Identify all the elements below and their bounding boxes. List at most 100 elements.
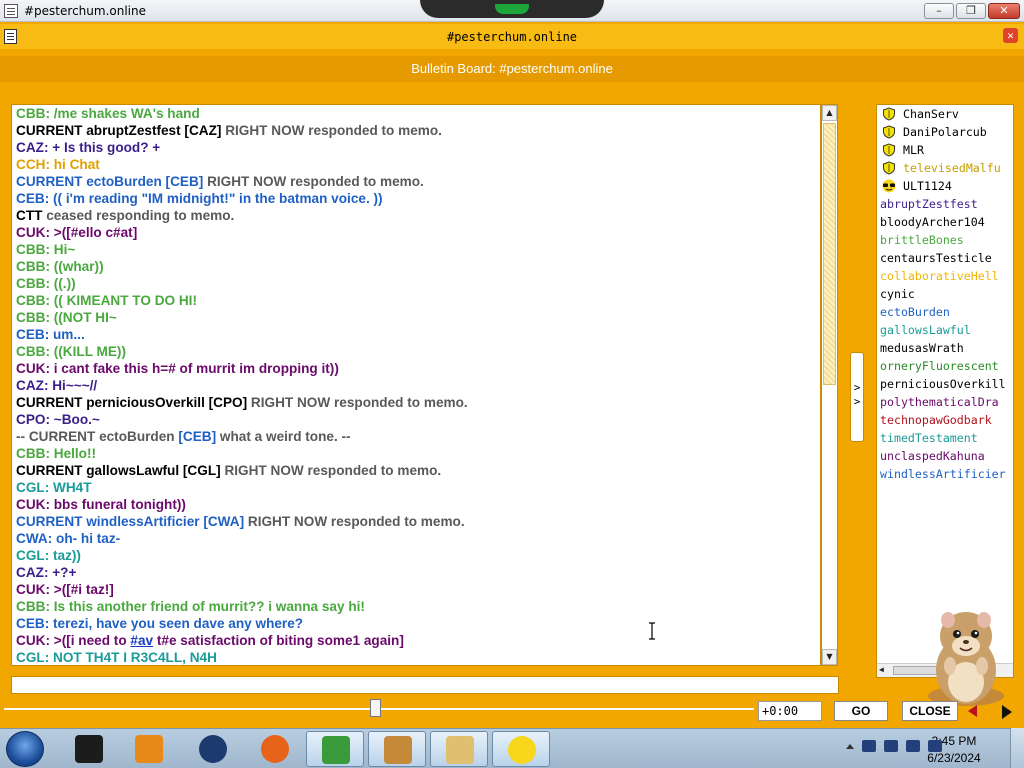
user-list-item[interactable]: medusasWrath [877,339,1013,357]
user-list-item[interactable]: cynic [877,285,1013,303]
time-back-arrow-icon[interactable] [968,705,977,717]
chat-scrollbar[interactable]: ▲ ▼ [821,104,838,666]
chat-line: CUK: >([i need to #av t#e satisfaction o… [16,632,816,649]
user-list-item[interactable]: ULT1124 [877,177,1013,195]
taskbar-item-messenger-icon [322,736,350,764]
chat-line: CBB: (( KIMEANT TO DO HI! [16,293,197,308]
user-list-item[interactable]: collaborativeHell [877,267,1013,285]
shield-icon [882,125,896,139]
camera-notch [420,0,604,18]
bulletin-board-title: Bulletin Board: #pesterchum.online [0,56,1024,82]
user-list-item[interactable]: televisedMalfu [877,159,1013,177]
taskbar-item-box-hamster[interactable] [368,731,426,767]
scroll-up-button[interactable]: ▲ [822,105,837,121]
chat-line: CUK: >([#i taz!] [16,582,114,597]
taskbar-item-folder[interactable] [430,731,488,767]
close-button[interactable]: CLOSE [902,701,958,721]
tray-network-icon[interactable] [884,740,898,752]
taskbar-item-media-player[interactable] [120,731,178,767]
chat-line: CBB: Is this another friend of murrit?? … [16,599,365,614]
chat-line: CBB: Hi~ [16,242,76,257]
user-list-item[interactable]: ChanServ [877,105,1013,123]
chat-line: CAZ: + Is this good? + [16,140,161,155]
chat-link[interactable]: #av [130,633,153,648]
chat-segment: CURRENT windlessArtificier [CWA] [16,514,245,529]
user-list-item[interactable]: abruptZestfest [877,195,1013,213]
tray-flag-icon[interactable] [862,740,876,752]
user-list[interactable]: ChanServ DaniPolarcub MLR televisedMalfu ULT… [876,104,1014,678]
chat-line: CUK: >([#ello c#at] [16,225,138,240]
taskbar-item-box-hamster-icon [384,736,412,764]
timeline-slider-handle[interactable] [370,699,381,717]
chat-line: CGL: NOT TH4T I R3C4LL, N4H [16,650,217,665]
taskbar-item-media-player-icon [135,735,163,763]
ibeam-cursor-icon [649,622,655,640]
chat-line: CEB: (( i'm reading "IM midnight!" in th… [16,191,383,206]
document-icon [4,3,18,18]
chat-segment: what a weird tone. -- [216,429,351,444]
chat-line: CBB: Hello!! [16,446,97,461]
user-name: unclaspedKahuna [880,449,985,463]
taskbar-item-messenger[interactable] [306,731,364,767]
chat-line: CWA: oh- hi taz- [16,531,121,546]
tray-volume-icon[interactable] [928,740,942,752]
chat-line: CURRENT perniciousOverkill [CPO] RIGHT N… [16,394,816,411]
user-name: cynic [880,287,915,301]
taskbar-item-cube[interactable] [60,731,118,767]
scroll-down-button[interactable]: ▼ [822,649,837,665]
user-name: MLR [903,143,924,157]
user-list-item[interactable]: ectoBurden [877,303,1013,321]
chat-log[interactable]: CBB: /me shakes WA's hand CURRENT abruptZ… [11,104,821,666]
window-close-button[interactable]: ✕ [988,3,1020,19]
chat-segment: t#e satisfaction of biting some1 again] [153,633,404,648]
chat-line: CURRENT ectoBurden [CEB] RIGHT NOW respo… [16,173,816,190]
chat-segment: CURRENT perniciousOverkill [CPO] [16,395,248,410]
memo-close-button[interactable]: ✕ [1003,28,1018,43]
chat-segment: ceased responding to memo. [42,208,235,223]
shield-icon [882,161,896,175]
user-name: collaborativeHell [880,269,999,283]
user-list-item[interactable]: timedTestament [877,429,1013,447]
user-list-item[interactable]: perniciousOverkill [877,375,1013,393]
time-field[interactable]: +0:00 [758,701,822,721]
window-title: #pesterchum.online [24,3,146,18]
user-list-item[interactable]: bloodyArcher104 [877,213,1013,231]
go-button[interactable]: GO [834,701,888,721]
taskbar-item-smiley[interactable] [492,731,550,767]
message-input-box[interactable] [11,676,839,696]
tray-monitor-icon[interactable] [906,740,920,752]
clock-date: 6/23/2024 [927,751,981,765]
user-list-item[interactable]: brittleBones [877,231,1013,249]
show-desktop-button[interactable] [1010,728,1024,768]
taskbar-item-globe[interactable] [184,731,242,767]
maximize-button[interactable]: ❐ [956,3,986,19]
user-list-item[interactable]: technopawGodbark [877,411,1013,429]
chat-segment: CURRENT gallowsLawful [CGL] [16,463,221,478]
user-list-item[interactable]: windlessArtificier [877,465,1013,483]
user-list-item[interactable]: centaursTesticle [877,249,1013,267]
chat-line: CURRENT abruptZestfest [CAZ] RIGHT NOW r… [16,122,816,139]
chat-line: CUK: i cant fake this h=# of murrit im d… [16,361,339,376]
chat-segment: -- CURRENT ectoBurden [16,429,179,444]
taskbar-item-folder-icon [446,736,474,764]
collapse-userlist-button[interactable]: > > [850,352,864,442]
user-list-item[interactable]: polythematicalDra [877,393,1013,411]
taskbar-item-globe-icon [199,735,227,763]
time-forward-arrow-icon[interactable] [1002,705,1012,719]
start-button[interactable] [6,731,44,767]
user-list-item[interactable]: gallowsLawful [877,321,1013,339]
user-list-item[interactable]: orneryFluorescent [877,357,1013,375]
user-list-item[interactable]: DaniPolarcub [877,123,1013,141]
chat-line: CBB: ((NOT HI~ [16,310,117,325]
message-input[interactable] [15,679,838,696]
chat-line: CGL: WH4T [16,480,92,495]
scroll-thumb[interactable] [823,123,836,385]
user-name: ectoBurden [880,305,950,319]
tray-expand-icon[interactable] [846,743,854,749]
user-name: orneryFluorescent [880,359,999,373]
sunglasses-icon [882,179,896,193]
taskbar-item-firefox[interactable] [246,731,304,767]
minimize-button[interactable]: – [924,3,954,19]
user-list-item[interactable]: MLR [877,141,1013,159]
user-list-item[interactable]: unclaspedKahuna [877,447,1013,465]
